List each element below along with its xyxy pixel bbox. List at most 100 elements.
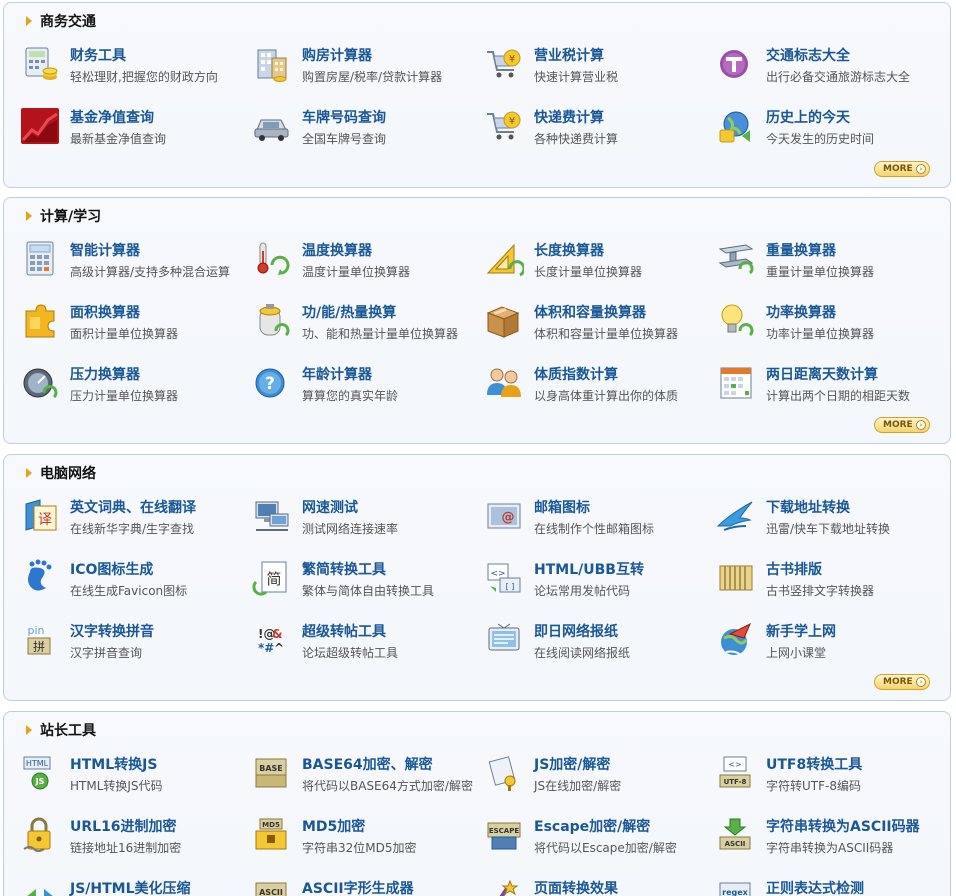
tool-name[interactable]: 邮箱图标 (534, 497, 590, 517)
tool-power[interactable]: 功率换算器 功率计量单位换算器 (716, 298, 941, 348)
tool-newspaper[interactable]: 即日网络报纸 在线阅读网络报纸 (484, 617, 709, 667)
tool-name[interactable]: 新手学上网 (766, 621, 836, 641)
tool-finance[interactable]: 财务工具 轻松理财,把握您的财政方向 (20, 41, 245, 91)
tool-name[interactable]: 车牌号码查询 (302, 107, 386, 127)
tool-name[interactable]: 重量换算器 (766, 240, 836, 260)
tool-name[interactable]: 超级转帖工具 (302, 621, 386, 641)
tool-express-fee[interactable]: ¥ 快递费计算 各种快递费计算 (484, 103, 709, 153)
tool-download-convert[interactable]: 下载地址转换 迅雷/快车下载地址转换 (716, 493, 941, 543)
tool-js-beautify[interactable]: JS/HTML美化压缩 (20, 874, 245, 896)
tool-name[interactable]: 体积和容量换算器 (534, 302, 646, 322)
tool-name[interactable]: URL16进制加密 (70, 816, 177, 836)
tool-name[interactable]: 功/能/热量换算 (302, 302, 396, 322)
more-button[interactable]: MORE › (874, 161, 930, 177)
tool-name[interactable]: 功率换算器 (766, 302, 836, 322)
tool-ascii-convert[interactable]: ASCII 字符串转换为ASCII码器 字符串转换为ASCII码器 (716, 812, 941, 862)
more-button[interactable]: MORE › (874, 674, 930, 690)
more-button[interactable]: MORE › (874, 417, 930, 433)
tool-energy[interactable]: 功/能/热量换算 功、能和热量计量单位换算器 (252, 298, 477, 348)
tool-name[interactable]: 智能计算器 (70, 240, 140, 260)
tool-name[interactable]: HTML/UBB互转 (534, 559, 644, 579)
tool-name[interactable]: 历史上的今天 (766, 107, 850, 127)
tool-traffic-signs[interactable]: 交通标志大全 出行必备交通旅游标志大全 (716, 41, 941, 91)
tool-bmi[interactable]: 体质指数计算 以身高体重计算出你的体质 (484, 360, 709, 410)
tool-name[interactable]: 压力换算器 (70, 364, 140, 384)
tool-name[interactable]: 营业税计算 (534, 45, 604, 65)
tool-ico-generate[interactable]: ICO图标生成 在线生成Favicon图标 (20, 555, 245, 605)
tool-name[interactable]: 汉字转换拼音 (70, 621, 154, 641)
tool-fund-query[interactable]: 基金净值查询 最新基金净值查询 (20, 103, 245, 153)
tool-weight[interactable]: 重量换算器 重量计量单位换算器 (716, 236, 941, 286)
tool-smart-calculator[interactable]: 智能计算器 高级计算器/支持多种混合运算 (20, 236, 245, 286)
tool-name[interactable]: JS/HTML美化压缩 (70, 878, 191, 896)
tool-name[interactable]: 古书排版 (766, 559, 822, 579)
tool-name[interactable]: 即日网络报纸 (534, 621, 618, 641)
tool-name[interactable]: ICO图标生成 (70, 559, 153, 579)
more-label: MORE (883, 677, 913, 687)
tool-name[interactable]: 下载地址转换 (766, 497, 850, 517)
tool-name[interactable]: 交通标志大全 (766, 45, 850, 65)
tool-pressure[interactable]: 压力换算器 压力计量单位换算器 (20, 360, 245, 410)
tool-desc: 繁体与简体自由转换工具 (302, 584, 435, 598)
tool-pinyin[interactable]: pin 拼 汉字转换拼音 汉字拼音查询 (20, 617, 245, 667)
tool-area[interactable]: 面积换算器 面积计量单位换算器 (20, 298, 245, 348)
tool-name[interactable]: 英文词典、在线翻译 (70, 497, 196, 517)
tool-speed-test[interactable]: 网速测试 测试网络连接速率 (252, 493, 477, 543)
tool-ancient-book[interactable]: 古书排版 古书竖排文字转换器 (716, 555, 941, 605)
svg-text:HTML: HTML (26, 759, 49, 768)
tool-trad-simp[interactable]: 简 繁简转换工具 繁体与简体自由转换工具 (252, 555, 477, 605)
tool-base64[interactable]: BASE BASE64加密、解密 将代码以BASE64方式加密/解密 (252, 750, 477, 800)
tool-name[interactable]: 页面转换效果 (534, 878, 618, 896)
tool-desc: 各种快递费计算 (534, 132, 619, 146)
tool-ascii-art[interactable]: ASCII ASCII字形生成器 (252, 874, 477, 896)
tool-name[interactable]: 年龄计算器 (302, 364, 372, 384)
tool-name[interactable]: 面积换算器 (70, 302, 140, 322)
tool-length[interactable]: 长度换算器 长度计量单位换算器 (484, 236, 709, 286)
tool-utf8[interactable]: <> UTF-8 UTF8转换工具 字符转UTF-8编码 (716, 750, 941, 800)
tool-plate-query[interactable]: 车牌号码查询 全国车牌号查询 (252, 103, 477, 153)
tool-name[interactable]: Escape加密/解密 (534, 816, 650, 836)
tool-business-tax[interactable]: ¥ 营业税计算 快速计算营业税 (484, 41, 709, 91)
tool-name[interactable]: JS加密/解密 (534, 754, 610, 774)
tool-house-calculator[interactable]: 购房计算器 购置房屋/税率/贷款计算器 (252, 41, 477, 91)
tool-name[interactable]: HTML转换JS (70, 754, 157, 774)
tool-age[interactable]: ? 年龄计算器 算算您的真实年龄 (252, 360, 477, 410)
tool-beginner[interactable]: 新手学上网 上网小课堂 (716, 617, 941, 667)
tool-name[interactable]: BASE64加密、解密 (302, 754, 433, 774)
tool-name[interactable]: 快递费计算 (534, 107, 604, 127)
tool-history-today[interactable]: 历史上的今天 今天发生的历史时间 (716, 103, 941, 153)
section-title: 计算/学习 (40, 209, 102, 225)
tool-name[interactable]: 购房计算器 (302, 45, 372, 65)
tool-name[interactable]: 网速测试 (302, 497, 358, 517)
tool-name[interactable]: ASCII字形生成器 (302, 878, 414, 896)
tool-name[interactable]: 正则表达式检测 (766, 878, 864, 896)
tool-name[interactable]: 财务工具 (70, 45, 126, 65)
tool-super-repost[interactable]: !@ & *# ^ 超级转帖工具 论坛超级转帖工具 (252, 617, 477, 667)
tool-name[interactable]: 长度换算器 (534, 240, 604, 260)
tool-name[interactable]: MD5加密 (302, 816, 365, 836)
triangle-bullet-icon (26, 16, 32, 26)
tool-html-to-js[interactable]: HTML JS HTML转换JS HTML转换JS代码 (20, 750, 245, 800)
tool-volume[interactable]: 体积和容量换算器 体积和容量计量单位换算器 (484, 298, 709, 348)
tool-url-hex[interactable]: URL16进制加密 链接地址16进制加密 (20, 812, 245, 862)
tool-md5[interactable]: MD5 MD5加密 字符串32位MD5加密 (252, 812, 477, 862)
tool-name[interactable]: 字符串转换为ASCII码器 (766, 816, 920, 836)
tool-name[interactable]: 基金净值查询 (70, 107, 154, 127)
tool-name[interactable]: 繁简转换工具 (302, 559, 386, 579)
tool-temperature[interactable]: 温度换算器 温度计量单位换算器 (252, 236, 477, 286)
tool-days-between[interactable]: 两日距离天数计算 计算出两个日期的相距天数 (716, 360, 941, 410)
triangle-bullet-icon (26, 725, 32, 735)
tool-html-ubb[interactable]: <>[ ] HTML/UBB互转 论坛常用发帖代码 (484, 555, 709, 605)
building-icon (252, 44, 292, 84)
tool-page-transition[interactable]: 页面转换效果 (484, 874, 709, 896)
tool-email-icon[interactable]: @ 邮箱图标 在线制作个性邮箱图标 (484, 493, 709, 543)
tool-name[interactable]: 两日距离天数计算 (766, 364, 878, 384)
tool-name[interactable]: 体质指数计算 (534, 364, 618, 384)
tool-js-encrypt[interactable]: JS加密/解密 JS在线加密/解密 (484, 750, 709, 800)
tool-name[interactable]: 温度换算器 (302, 240, 372, 260)
tool-desc: 购置房屋/税率/贷款计算器 (302, 70, 443, 84)
tool-escape[interactable]: ESCAPE Escape加密/解密 将代码以Escape加密/解密 (484, 812, 709, 862)
tool-dictionary[interactable]: 译 英文词典、在线翻译 在线新华字典/生字查找 (20, 493, 245, 543)
tool-name[interactable]: UTF8转换工具 (766, 754, 862, 774)
tool-regex[interactable]: regex 正则表达式检测 (716, 874, 941, 896)
